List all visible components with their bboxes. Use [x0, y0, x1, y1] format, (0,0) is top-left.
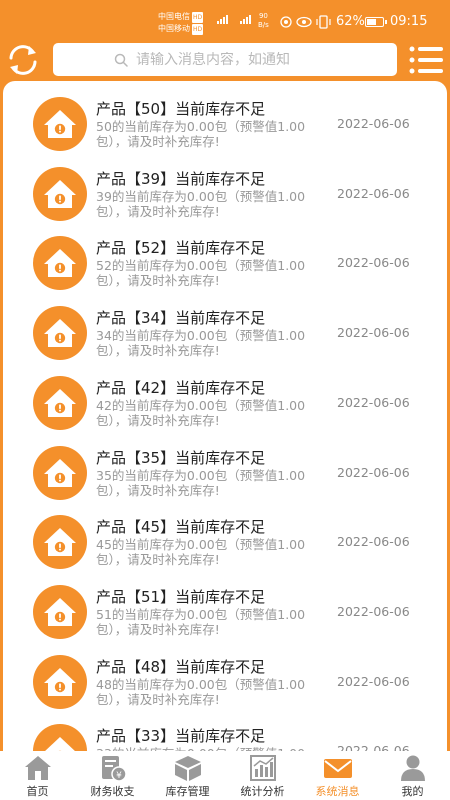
nav-inventory[interactable]: 库存管理 [150, 751, 225, 800]
stock-warning-icon [33, 724, 87, 751]
net-speed-unit: B/s [258, 21, 269, 29]
message-item[interactable]: 产品【39】当前库存不足 39的当前库存为0.00包（预警值1.00包），请及时补… [3, 159, 447, 229]
nav-stats-label: 统计分析 [240, 785, 285, 798]
signal-icon-2 [240, 15, 251, 24]
message-body: 45的当前库存为0.00包（预警值1.00包），请及时补充库存! [96, 537, 306, 568]
message-item[interactable]: 产品【48】当前库存不足 48的当前库存为0.00包（预警值1.00包），请及时补… [3, 647, 447, 717]
stock-warning-icon [33, 515, 87, 570]
stock-warning-icon [33, 166, 87, 221]
message-title: 产品【48】当前库存不足 [96, 657, 266, 676]
message-date: 2022-06-06 [337, 255, 410, 271]
message-item[interactable]: 产品【35】当前库存不足 35的当前库存为0.00包（预警值1.00包），请及时补… [3, 438, 447, 508]
battery-percent: 62% [336, 14, 365, 29]
mail-icon [323, 759, 352, 778]
header [0, 42, 450, 80]
message-body: 39的当前库存为0.00包（预警值1.00包），请及时补充库存! [96, 188, 306, 219]
battery-fill [367, 19, 376, 25]
search-box[interactable] [53, 43, 397, 76]
user-icon [400, 755, 425, 781]
message-title: 产品【45】当前库存不足 [96, 518, 266, 537]
hd-badge-2: HD [192, 24, 204, 35]
message-date: 2022-06-06 [337, 185, 410, 201]
chart-icon [249, 755, 276, 781]
message-date: 2022-06-06 [337, 534, 410, 550]
message-title: 产品【42】当前库存不足 [96, 378, 266, 397]
status-bar: 中国电信 HD 中国移动 HD 90 B/s 62% 09:15 [0, 0, 450, 42]
stock-warning-icon [33, 375, 87, 430]
nav-home-label: 首页 [26, 785, 49, 798]
message-item[interactable]: 产品【45】当前库存不足 45的当前库存为0.00包（预警值1.00包），请及时补… [3, 507, 447, 577]
message-item[interactable]: 产品【51】当前库存不足 51的当前库存为0.00包（预警值1.00包），请及时补… [3, 577, 447, 647]
message-date: 2022-06-06 [337, 116, 410, 131]
message-item[interactable]: 产品【33】当前库存不足33的当前库存为0.00包（预警值1.00包），请及时补… [3, 716, 447, 751]
signal-icon [217, 15, 228, 24]
message-title: 产品【50】当前库存不足 [96, 100, 266, 118]
message-item[interactable]: 产品【52】当前库存不足 52的当前库存为0.00包（预警值1.00包），请及时补… [3, 228, 447, 298]
message-body: 35的当前库存为0.00包（预警值1.00包），请及时补充库存! [96, 467, 306, 498]
menu-button[interactable] [407, 44, 445, 76]
message-item[interactable]: 产品【34】当前库存不足 34的当前库存为0.00包（预警值1.00包），请及时补… [3, 298, 447, 368]
message-title: 产品【33】当前库存不足 [96, 727, 266, 746]
net-speed: 90 B/s [258, 12, 269, 30]
nav-finance-label: 财务收支 [90, 785, 135, 798]
nav-mine[interactable]: 我的 [375, 751, 450, 800]
stock-warning-icon [33, 584, 87, 639]
message-body: 50的当前库存为0.00包（预警值1.00包），请及时补充库存! [96, 119, 306, 149]
stock-warning-icon [33, 654, 87, 709]
search-input[interactable] [136, 51, 336, 68]
box-icon [174, 756, 201, 781]
stock-warning-icon [33, 236, 87, 291]
nav-finance[interactable]: ¥ 财务收支 [75, 751, 150, 800]
message-date: 2022-06-06 [337, 394, 410, 410]
message-title: 产品【35】当前库存不足 [96, 448, 266, 467]
home-icon [24, 756, 51, 780]
message-title: 产品【52】当前库存不足 [96, 239, 266, 258]
refresh-icon [9, 45, 37, 75]
nav-inventory-label: 库存管理 [165, 785, 210, 798]
message-date: 2022-06-06 [337, 325, 410, 341]
refresh-button[interactable] [5, 42, 41, 78]
carrier-info: 中国电信 HD 中国移动 HD [158, 11, 204, 35]
nav-stats[interactable]: 统计分析 [225, 751, 300, 800]
message-date: 2022-06-06 [337, 673, 410, 689]
nav-messages[interactable]: 系统消息 [300, 751, 375, 800]
svg-text:¥: ¥ [116, 771, 122, 781]
bottom-nav: 首页 ¥ 财务收支 库存管理 统计分析 系统消息 我的 [0, 751, 450, 800]
carrier-2: 中国移动 [158, 24, 190, 33]
stock-warning-icon [33, 97, 87, 151]
message-body: 52的当前库存为0.00包（预警值1.00包），请及时补充库存! [96, 258, 306, 289]
finance-icon: ¥ [101, 756, 127, 782]
battery-icon [365, 17, 387, 27]
message-list[interactable]: 产品【50】当前库存不足 50的当前库存为0.00包（预警值1.00包），请及时补… [3, 81, 447, 751]
carrier-1: 中国电信 [158, 12, 190, 21]
message-item[interactable]: 产品【50】当前库存不足 50的当前库存为0.00包（预警值1.00包），请及时补… [3, 89, 447, 159]
list-menu-icon [409, 46, 443, 74]
message-body: 34的当前库存为0.00包（预警值1.00包），请及时补充库存! [96, 328, 306, 359]
clock: 09:15 [390, 14, 428, 29]
nav-mine-label: 我的 [401, 785, 424, 798]
message-body: 42的当前库存为0.00包（预警值1.00包），请及时补充库存! [96, 397, 306, 428]
message-body: 48的当前库存为0.00包（预警值1.00包），请及时补充库存! [96, 676, 306, 707]
message-date: 2022-06-06 [337, 743, 410, 751]
message-title: 产品【39】当前库存不足 [96, 169, 266, 188]
status-icons [280, 15, 331, 29]
search-icon [114, 53, 128, 67]
message-title: 产品【34】当前库存不足 [96, 309, 266, 328]
stock-warning-icon [33, 445, 87, 500]
stock-warning-icon [33, 306, 87, 361]
nav-messages-label: 系统消息 [315, 785, 360, 798]
message-date: 2022-06-06 [337, 464, 410, 480]
message-item[interactable]: 产品【42】当前库存不足 42的当前库存为0.00包（预警值1.00包），请及时补… [3, 368, 447, 438]
message-date: 2022-06-06 [337, 603, 410, 619]
net-speed-value: 90 [258, 12, 268, 20]
nav-home[interactable]: 首页 [0, 751, 75, 800]
message-body: 51的当前库存为0.00包（预警值1.00包），请及时补充库存! [96, 606, 306, 637]
hd-badge-1: HD [192, 12, 204, 23]
message-title: 产品【51】当前库存不足 [96, 587, 266, 606]
